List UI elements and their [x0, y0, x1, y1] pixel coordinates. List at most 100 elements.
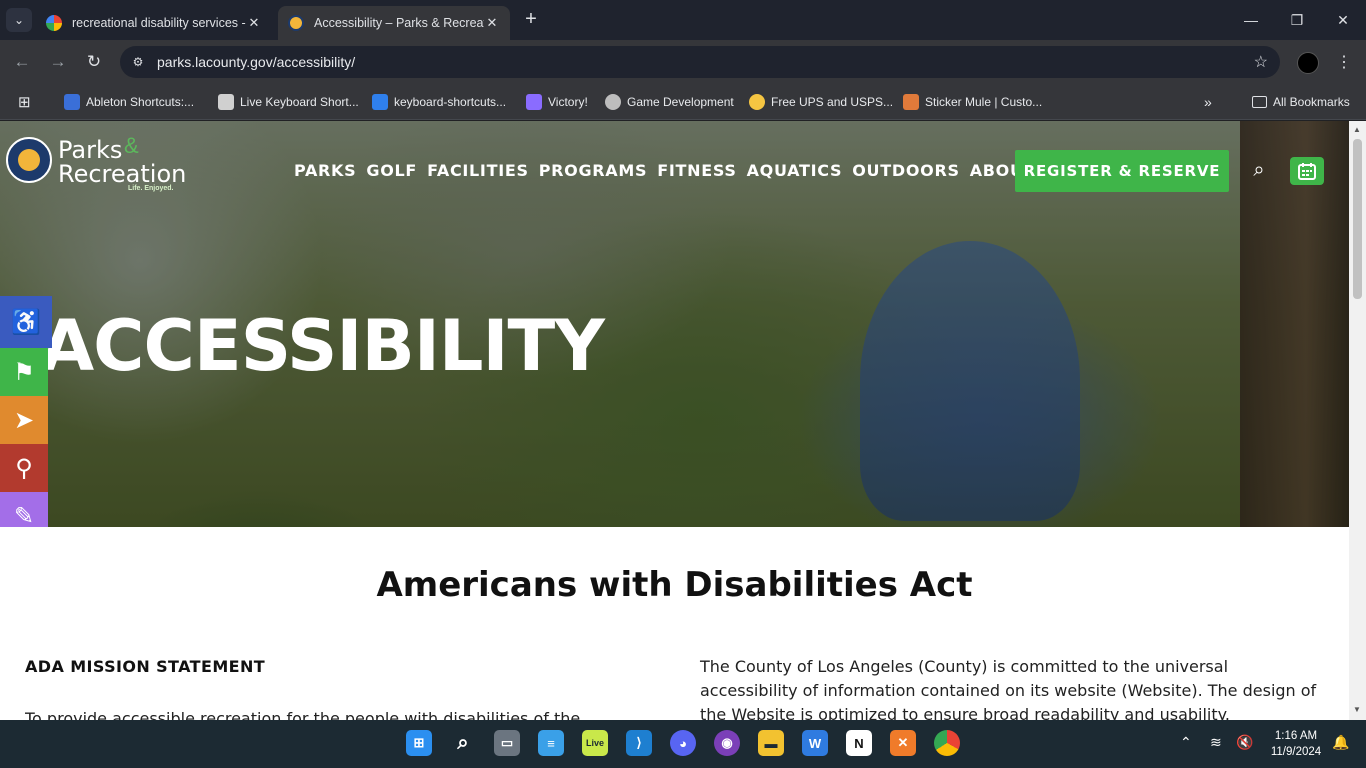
- chevron-down-icon: ⌄: [13, 13, 25, 27]
- close-icon[interactable]: ✕: [484, 15, 500, 31]
- tab-recreational-disability[interactable]: recreational disability services - ✕: [36, 6, 272, 40]
- notepad-icon[interactable]: ≡: [538, 730, 564, 756]
- clock-date: 11/9/2024: [1270, 746, 1322, 758]
- bookmark-favicon-icon: [903, 94, 919, 110]
- logo-tagline: Life. Enjoyed.: [128, 185, 174, 192]
- bookmarks-bar: ⊞ Ableton Shortcuts:... Live Keyboard Sh…: [0, 84, 1366, 120]
- calendar-icon: [1298, 163, 1316, 180]
- xampp-icon[interactable]: ✕: [890, 730, 916, 756]
- bookmarks-overflow-button[interactable]: »: [1204, 92, 1212, 112]
- scrollbar-thumb[interactable]: [1353, 139, 1362, 299]
- address-bar[interactable]: ⚙ parks.lacounty.gov/accessibility/ ☆: [120, 46, 1280, 78]
- bookmark-label: Game Development: [627, 95, 734, 109]
- page-scrollbar[interactable]: ▲ ▼: [1349, 121, 1366, 720]
- wifi-icon[interactable]: ≋: [1210, 734, 1222, 751]
- bookmark-game-development[interactable]: Game Development: [605, 92, 734, 112]
- cursor-icon: ➤: [13, 406, 35, 434]
- ableton-live-icon[interactable]: Live: [582, 730, 608, 756]
- county-seal-icon: [6, 137, 52, 183]
- tab-strip: ⌄ recreational disability services - ✕ A…: [0, 0, 1366, 40]
- nav-parks[interactable]: PARKS: [294, 161, 356, 183]
- bookmark-label: Ableton Shortcuts:...: [86, 95, 195, 109]
- nav-facilities[interactable]: FACILITIES: [427, 161, 529, 183]
- bookmark-sticker-mule[interactable]: Sticker Mule | Custo...: [903, 92, 1042, 112]
- back-button[interactable]: ←: [10, 50, 34, 74]
- word-icon[interactable]: W: [802, 730, 828, 756]
- nav-programs[interactable]: PROGRAMS: [539, 161, 648, 183]
- start-icon[interactable]: ⊞: [406, 730, 432, 756]
- notification-bell-icon[interactable]: 🔔: [1332, 734, 1349, 751]
- search-icon[interactable]: ⌕: [450, 730, 476, 756]
- all-bookmarks-button[interactable]: All Bookmarks: [1252, 92, 1350, 112]
- cursor-button[interactable]: ➤: [0, 396, 48, 444]
- forward-button[interactable]: →: [46, 50, 70, 74]
- accessibility-button[interactable]: ♿: [0, 296, 52, 348]
- bookmark-label: Free UPS and USPS...: [771, 95, 894, 109]
- main-navigation: PARKS GOLF FACILITIES PROGRAMS FITNESS A…: [294, 161, 1067, 183]
- nav-outdoors[interactable]: OUTDOORS: [852, 161, 959, 183]
- apps-grid-icon[interactable]: ⊞: [18, 92, 31, 112]
- bookmark-free-ups[interactable]: Free UPS and USPS...: [749, 92, 893, 112]
- close-icon[interactable]: ✕: [246, 15, 262, 31]
- logo-text-recreation: Recreation: [58, 160, 187, 188]
- calendar-button[interactable]: [1290, 157, 1324, 185]
- site-settings-icon[interactable]: ⚙: [124, 48, 152, 76]
- close-window-button[interactable]: ✕: [1320, 0, 1366, 40]
- file-explorer-icon[interactable]: ▬: [758, 730, 784, 756]
- maximize-button[interactable]: ❐: [1274, 0, 1320, 40]
- accessibility-toolbar: ♿ ⚑ ➤ ⚲ ✎: [0, 296, 52, 540]
- bookmark-keyboard-shortcuts[interactable]: keyboard-shortcuts...: [372, 92, 506, 112]
- chrome-icon[interactable]: [934, 730, 960, 756]
- scroll-up-icon[interactable]: ▲: [1353, 125, 1361, 134]
- vscode-icon[interactable]: ⟩: [626, 730, 652, 756]
- register-reserve-button[interactable]: REGISTER & RESERVE: [1015, 150, 1229, 192]
- reload-button[interactable]: ↻: [82, 50, 106, 74]
- url-text[interactable]: parks.lacounty.gov/accessibility/: [157, 54, 355, 70]
- page-title: ACCESSIBILITY: [40, 305, 605, 387]
- github-icon[interactable]: ◉: [714, 730, 740, 756]
- flag-icon: ⚑: [13, 358, 35, 386]
- all-bookmarks-label: All Bookmarks: [1273, 95, 1350, 109]
- menu-kebab-icon[interactable]: ⋮: [1336, 52, 1352, 72]
- bookmark-label: keyboard-shortcuts...: [394, 95, 507, 109]
- tray-overflow-icon[interactable]: ⌃: [1180, 734, 1192, 751]
- task-view-icon[interactable]: ▭: [494, 730, 520, 756]
- nav-fitness[interactable]: FITNESS: [657, 161, 736, 183]
- bookmark-favicon-icon: [218, 94, 234, 110]
- bookmark-live-keyboard[interactable]: Live Keyboard Short...: [218, 92, 359, 112]
- accessibility-statement: The County of Los Angeles (County) is co…: [700, 657, 1317, 720]
- minimize-button[interactable]: —: [1228, 0, 1274, 40]
- page-viewport: Parks & Recreation Life. Enjoyed. PARKS …: [0, 121, 1349, 720]
- system-clock[interactable]: 1:16 AM 11/9/2024: [1262, 728, 1330, 760]
- bookmark-ableton[interactable]: Ableton Shortcuts:...: [64, 92, 194, 112]
- bookmark-favicon-icon: [749, 94, 765, 110]
- flag-button[interactable]: ⚑: [0, 348, 48, 396]
- google-icon: [46, 15, 62, 31]
- nav-aquatics[interactable]: AQUATICS: [747, 161, 843, 183]
- scroll-down-icon[interactable]: ▼: [1353, 705, 1361, 714]
- clock-time: 1:16 AM: [1274, 730, 1318, 742]
- bookmark-favicon-icon: [372, 94, 388, 110]
- search-icon[interactable]: ⌕: [1247, 159, 1271, 183]
- tab-accessibility[interactable]: Accessibility – Parks & Recreatio ✕: [278, 6, 510, 40]
- tab-search-button[interactable]: ⌄: [6, 8, 32, 32]
- browser-toolbar: ← → ↻ ⚙ parks.lacounty.gov/accessibility…: [0, 40, 1366, 84]
- bookmark-favicon-icon: [526, 94, 542, 110]
- site-logo[interactable]: Parks & Recreation Life. Enjoyed.: [6, 133, 186, 193]
- bookmark-favicon-icon: [64, 94, 80, 110]
- logo-ampersand: &: [124, 133, 139, 158]
- notion-icon[interactable]: N: [846, 730, 872, 756]
- section-heading: Americans with Disabilities Act: [376, 565, 973, 605]
- new-tab-button[interactable]: +: [520, 8, 542, 30]
- pin-button[interactable]: ⚲: [0, 444, 48, 492]
- hero-banner: Parks & Recreation Life. Enjoyed. PARKS …: [0, 121, 1349, 527]
- bookmark-victory[interactable]: Victory!: [526, 92, 588, 112]
- nav-golf[interactable]: GOLF: [366, 161, 417, 183]
- volume-muted-icon[interactable]: 🔇: [1236, 734, 1253, 751]
- mission-text: To provide accessible recreation for the…: [25, 709, 581, 720]
- bookmark-favicon-icon: [605, 94, 621, 110]
- profile-avatar[interactable]: [1297, 52, 1319, 74]
- discord-icon[interactable]: ◕: [670, 730, 696, 756]
- bookmark-label: Live Keyboard Short...: [240, 95, 359, 109]
- bookmark-star-icon[interactable]: ☆: [1254, 52, 1268, 72]
